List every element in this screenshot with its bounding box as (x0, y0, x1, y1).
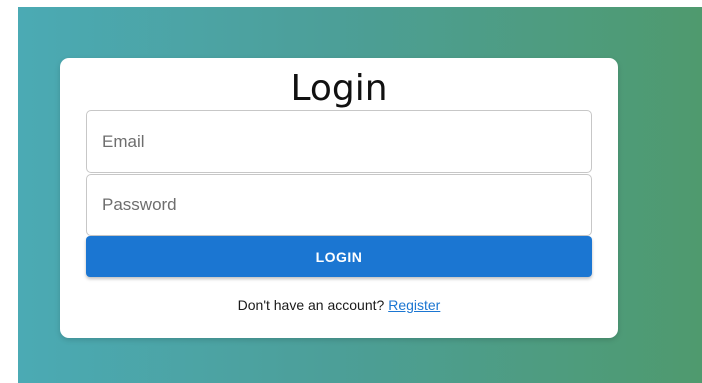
password-input[interactable] (87, 175, 591, 235)
password-field[interactable] (86, 174, 592, 236)
login-title: Login (290, 68, 388, 109)
register-line: Don't have an account? Register (60, 297, 618, 313)
login-button[interactable]: LOGIN (86, 236, 592, 277)
email-input[interactable] (87, 111, 591, 172)
register-link[interactable]: Register (388, 297, 440, 313)
email-field[interactable] (86, 110, 592, 173)
login-card: Login LOGIN Don't have an account? Regis… (60, 58, 618, 338)
page: Login LOGIN Don't have an account? Regis… (0, 0, 702, 383)
register-prompt: Don't have an account? (237, 297, 385, 313)
